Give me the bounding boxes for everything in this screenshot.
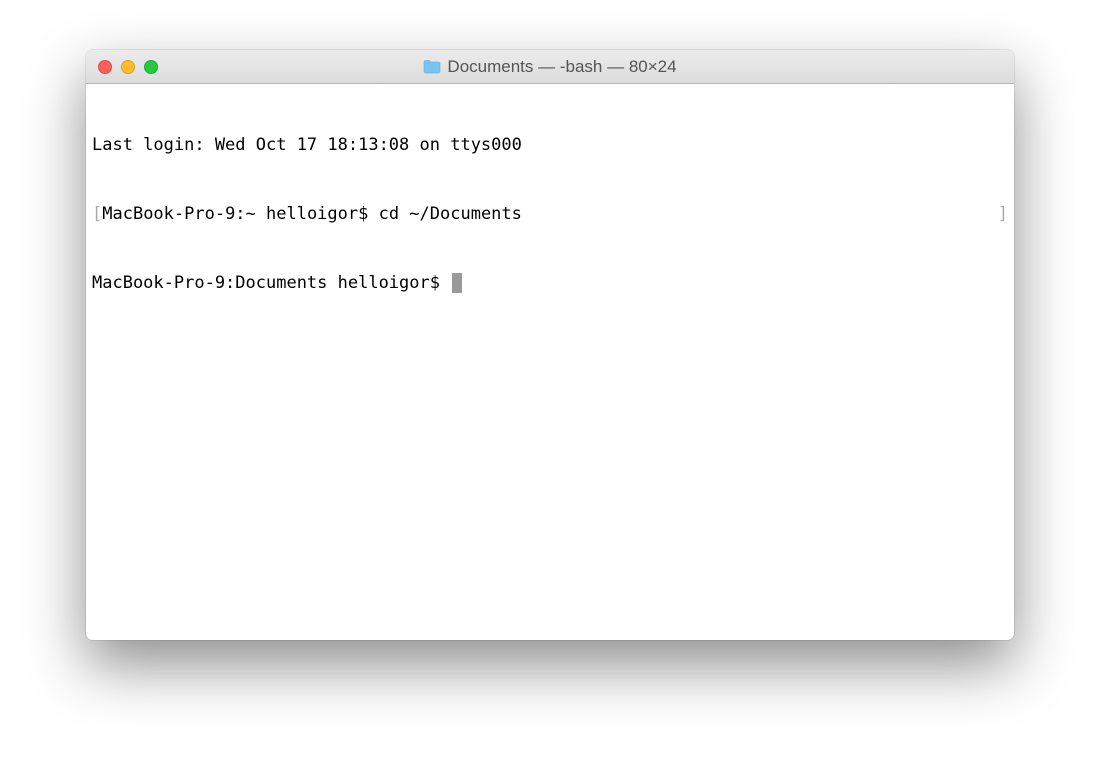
cursor-icon [452,273,462,293]
terminal-line: Last login: Wed Oct 17 18:13:08 on ttys0… [92,134,1008,157]
terminal-body[interactable]: Last login: Wed Oct 17 18:13:08 on ttys0… [86,84,1014,640]
window-titlebar[interactable]: Documents — -bash — 80×24 [86,50,1014,84]
bracket-close-icon: ] [998,203,1008,226]
folder-icon [423,59,441,74]
close-button[interactable] [98,60,112,74]
traffic-lights [98,60,158,74]
command-text: cd ~/Documents [379,204,522,224]
window-title: Documents — -bash — 80×24 [447,57,676,77]
bracket-open-icon: [ [92,204,102,224]
prompt-text: MacBook-Pro-9:Documents helloigor$ [92,273,450,293]
prompt-text: MacBook-Pro-9:~ helloigor$ [102,204,378,224]
minimize-button[interactable] [121,60,135,74]
title-area: Documents — -bash — 80×24 [86,57,1014,77]
terminal-line: [MacBook-Pro-9:~ helloigor$ cd ~/Documen… [92,203,1008,226]
last-login-text: Last login: Wed Oct 17 18:13:08 on ttys0… [92,135,522,155]
terminal-window: Documents — -bash — 80×24 Last login: We… [86,50,1014,640]
zoom-button[interactable] [144,60,158,74]
terminal-line: MacBook-Pro-9:Documents helloigor$ [92,272,1008,295]
